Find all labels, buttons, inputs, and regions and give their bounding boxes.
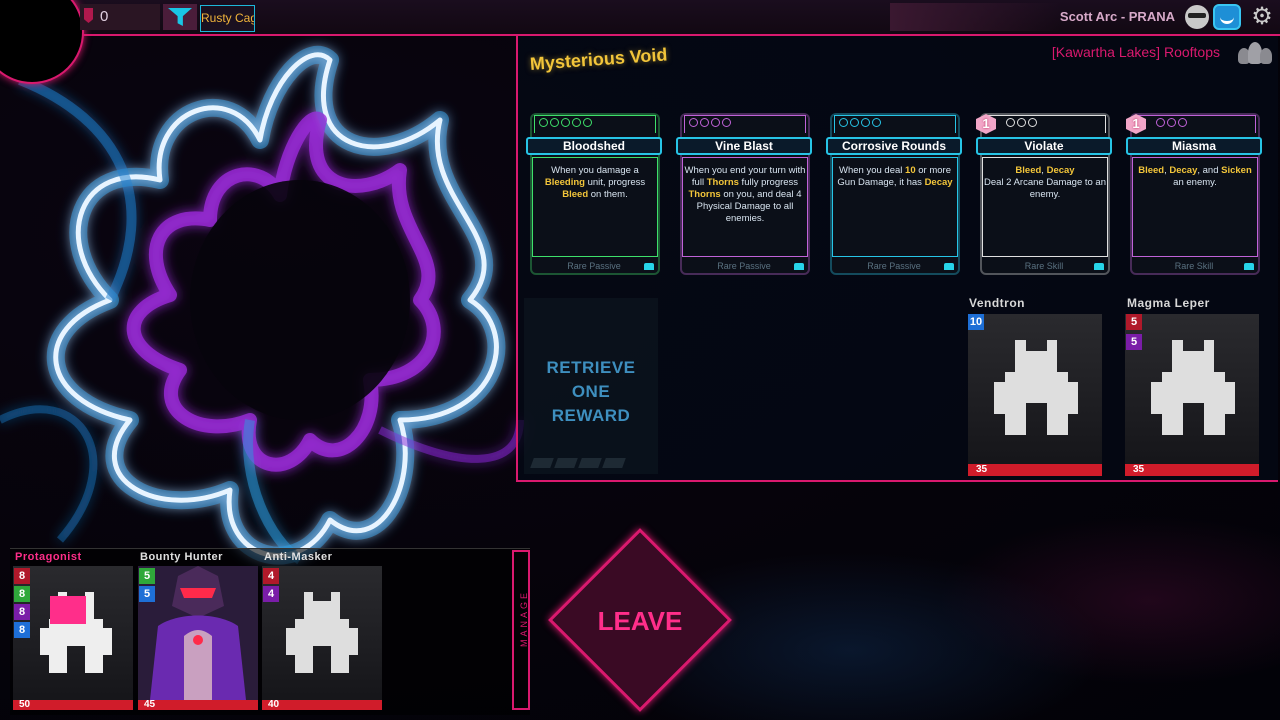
card-description: Bleed, Decay, and Sicken an enemy. — [1138, 165, 1252, 188]
reward-card-vine-blast[interactable]: Vine Blast When you end your turn with f… — [676, 113, 812, 277]
member-stat: 8 — [14, 586, 30, 602]
enemy-stat: 10 — [968, 314, 984, 330]
location-label: [Kawartha Lakes] Rooftops — [1051, 44, 1220, 60]
member-name: Protagonist — [15, 551, 82, 563]
card-pip — [1156, 118, 1165, 127]
card-pip — [839, 118, 848, 127]
card-rarity: Rare Passive — [717, 261, 771, 271]
card-pip — [1006, 118, 1015, 127]
retrieve-one-reward-label: RETRIEVE ONE REWARD — [546, 358, 636, 425]
reward-card-corrosive-rounds[interactable]: Corrosive Rounds When you deal 10 or mor… — [826, 113, 962, 277]
reward-card-bloodshed[interactable]: Bloodshed When you damage a Bleeding uni… — [526, 113, 662, 277]
card-pip — [550, 118, 559, 127]
card-description: When you deal 10 or more Gun Damage, it … — [837, 165, 953, 188]
member-hp: 45 — [144, 699, 156, 710]
enemy-name: Magma Leper — [1127, 296, 1210, 310]
player-name: Scott Arc - PRANA — [1059, 9, 1175, 24]
card-name: Bloodshed — [526, 137, 662, 155]
card-rarity: Rare Passive — [567, 261, 621, 271]
member-name: Bounty Hunter — [140, 551, 223, 563]
sunglasses-face-icon[interactable] — [1185, 5, 1209, 29]
card-description: When you damage a Bleeding unit, progres… — [544, 165, 646, 200]
card-tag-icon — [644, 263, 654, 270]
enemy-stat: 5 — [1126, 334, 1142, 350]
card-pip — [539, 118, 548, 127]
reward-card-miasma[interactable]: 1 Miasma Bleed, Decay, and Sicken an ene… — [1126, 113, 1262, 277]
relic-item[interactable]: Rusty Cage — [200, 5, 255, 32]
card-pip — [1028, 118, 1037, 127]
card-pip — [711, 118, 720, 127]
card-rarity: Rare Passive — [867, 261, 921, 271]
card-name: Vine Blast — [676, 137, 812, 155]
card-pip — [700, 118, 709, 127]
card-rarity: Rare Skill — [1174, 261, 1214, 271]
member-stat: 4 — [263, 568, 279, 584]
member-stat: 8 — [14, 604, 30, 620]
manage-label: MANAGE — [519, 589, 529, 647]
party-group-icon[interactable] — [1236, 40, 1272, 66]
member-stat: 5 — [139, 568, 155, 584]
card-pip — [872, 118, 881, 127]
manage-party-button[interactable]: MANAGE — [512, 550, 530, 710]
member-name: Anti-Masker — [264, 551, 333, 563]
card-pip — [722, 118, 731, 127]
card-pip — [561, 118, 570, 127]
enemy-name: Vendtron — [969, 296, 1026, 310]
card-rarity: Rare Skill — [1024, 261, 1064, 271]
member-stat: 8 — [14, 568, 30, 584]
card-description: Bleed, Decay Deal 2 Arcane Damage to an e… — [984, 165, 1106, 200]
member-stat: 5 — [139, 586, 155, 602]
party-member-bounty-hunter[interactable]: 45 — [138, 566, 258, 710]
bounty-hunter-portrait — [138, 566, 258, 700]
blue-face-icon[interactable] — [1213, 4, 1241, 30]
gem-count: 0 — [100, 8, 109, 25]
gear-icon[interactable]: ⚙ — [1250, 5, 1274, 29]
card-tag-icon — [944, 263, 954, 270]
card-name: Violate — [976, 137, 1112, 155]
enemy-hp: 35 — [976, 464, 988, 475]
card-name: Corrosive Rounds — [826, 137, 962, 155]
member-hp: 50 — [19, 699, 31, 710]
leave-label: LEAVE — [597, 606, 683, 636]
card-tag-icon — [794, 263, 804, 270]
member-hp: 40 — [268, 699, 280, 710]
card-pip — [850, 118, 859, 127]
card-name: Miasma — [1126, 137, 1262, 155]
card-pip — [1017, 118, 1026, 127]
card-pip — [1167, 118, 1176, 127]
card-pip — [583, 118, 592, 127]
card-pip — [572, 118, 581, 127]
card-pip — [1178, 118, 1187, 127]
card-pip — [861, 118, 870, 127]
member-stat: 4 — [263, 586, 279, 602]
card-description: When you end your turn with full Thorns … — [684, 165, 806, 224]
reward-card-violate[interactable]: 1 Violate Bleed, Decay Deal 2 Arcane Dama… — [976, 113, 1112, 277]
bar-fade — [890, 3, 1060, 31]
card-tag-icon — [1094, 263, 1104, 270]
enemy-stat: 5 — [1126, 314, 1142, 330]
enemy-hp: 35 — [1133, 464, 1145, 475]
card-tag-icon — [1244, 263, 1254, 270]
member-stat: 8 — [14, 622, 30, 638]
card-pip — [689, 118, 698, 127]
